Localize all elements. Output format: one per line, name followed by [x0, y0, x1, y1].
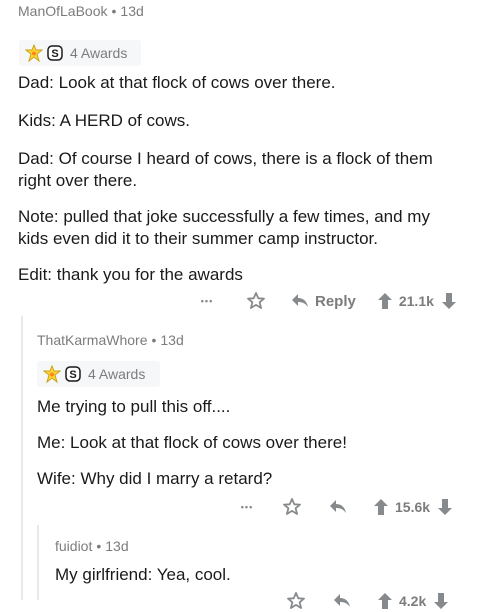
comment-actions: ••• Reply 21.1k: [196, 290, 456, 312]
comment-actions: 4.2k: [286, 590, 449, 612]
vote-controls: 21.1k: [377, 293, 456, 309]
save-button[interactable]: [282, 497, 302, 517]
comment-text-line: Edit: thank you for the awards: [18, 265, 243, 284]
score: 15.6k: [395, 499, 431, 515]
comment-age: 13d: [160, 332, 184, 348]
score: 21.1k: [398, 293, 434, 309]
award-medal-icon: [43, 365, 61, 383]
svg-text:S: S: [69, 369, 76, 381]
reply-arrow-icon: [334, 594, 350, 607]
save-button[interactable]: [246, 291, 266, 311]
comment-text-line: Wife: Why did I marry a retard?: [37, 469, 273, 488]
comment-meta: ManOfLaBook • 13d: [18, 3, 144, 19]
save-star-icon: [287, 592, 305, 609]
awards-badge[interactable]: S 4 Awards: [37, 361, 160, 387]
award-medal-icon: [25, 44, 43, 62]
awards-badge[interactable]: S 4 Awards: [19, 40, 141, 66]
comment-text-line: Dad: Look at that flock of cows over the…: [18, 73, 336, 92]
thread-line-level-2: [37, 525, 39, 600]
reply-button[interactable]: Reply: [290, 292, 356, 310]
downvote-icon[interactable]: [438, 499, 453, 515]
comment-age: 13d: [120, 3, 144, 19]
vote-controls: 15.6k: [374, 499, 453, 515]
awards-count: 4 Awards: [88, 366, 146, 382]
score: 4.2k: [399, 593, 427, 609]
svg-text:S: S: [51, 48, 58, 60]
save-button[interactable]: [286, 591, 306, 611]
comment-text-line: Kids: A HERD of cows.: [18, 111, 190, 130]
silver-award-icon: S: [47, 45, 63, 61]
comment-text-line: Dad: Of course I heard of cows, there is…: [18, 149, 433, 168]
thread-line-level-1: [21, 316, 23, 600]
comment-text-line: My girlfriend: Yea, cool.: [55, 565, 231, 584]
comment-actions: ••• 15.6k: [236, 496, 453, 518]
downvote-icon[interactable]: [441, 293, 456, 309]
vote-controls: 4.2k: [378, 593, 449, 609]
comment-meta: ThatKarmaWhore • 13d: [37, 332, 184, 348]
comment-text-line: Me: Look at that flock of cows over ther…: [37, 433, 347, 452]
reply-label: Reply: [315, 292, 356, 310]
comment-text-line: right over there.: [18, 171, 138, 190]
comment-author[interactable]: ThatKarmaWhore: [37, 332, 147, 348]
comment-text-line: Note: pulled that joke successfully a fe…: [18, 207, 430, 226]
reply-button[interactable]: [328, 498, 348, 516]
comment-text-line: kids even did it to their summer camp in…: [18, 229, 378, 248]
upvote-icon[interactable]: [378, 593, 392, 609]
comment-text-line: Me trying to pull this off....: [37, 397, 231, 416]
save-star-icon: [247, 292, 265, 309]
silver-award-icon: S: [65, 366, 81, 382]
reply-button[interactable]: [332, 592, 352, 610]
reply-arrow-icon: [292, 294, 308, 307]
comment-age: 13d: [105, 538, 129, 554]
downvote-icon[interactable]: [434, 593, 449, 609]
upvote-icon[interactable]: [377, 293, 392, 309]
more-options-button[interactable]: •••: [236, 502, 258, 512]
awards-count: 4 Awards: [70, 45, 128, 61]
comment-author[interactable]: ManOfLaBook: [18, 3, 108, 19]
more-options-button[interactable]: •••: [196, 296, 218, 306]
save-star-icon: [283, 498, 301, 515]
reply-arrow-icon: [330, 500, 346, 513]
upvote-icon[interactable]: [374, 499, 388, 515]
comment-author[interactable]: fuidiot: [55, 538, 92, 554]
comment-meta: fuidiot • 13d: [55, 538, 129, 554]
